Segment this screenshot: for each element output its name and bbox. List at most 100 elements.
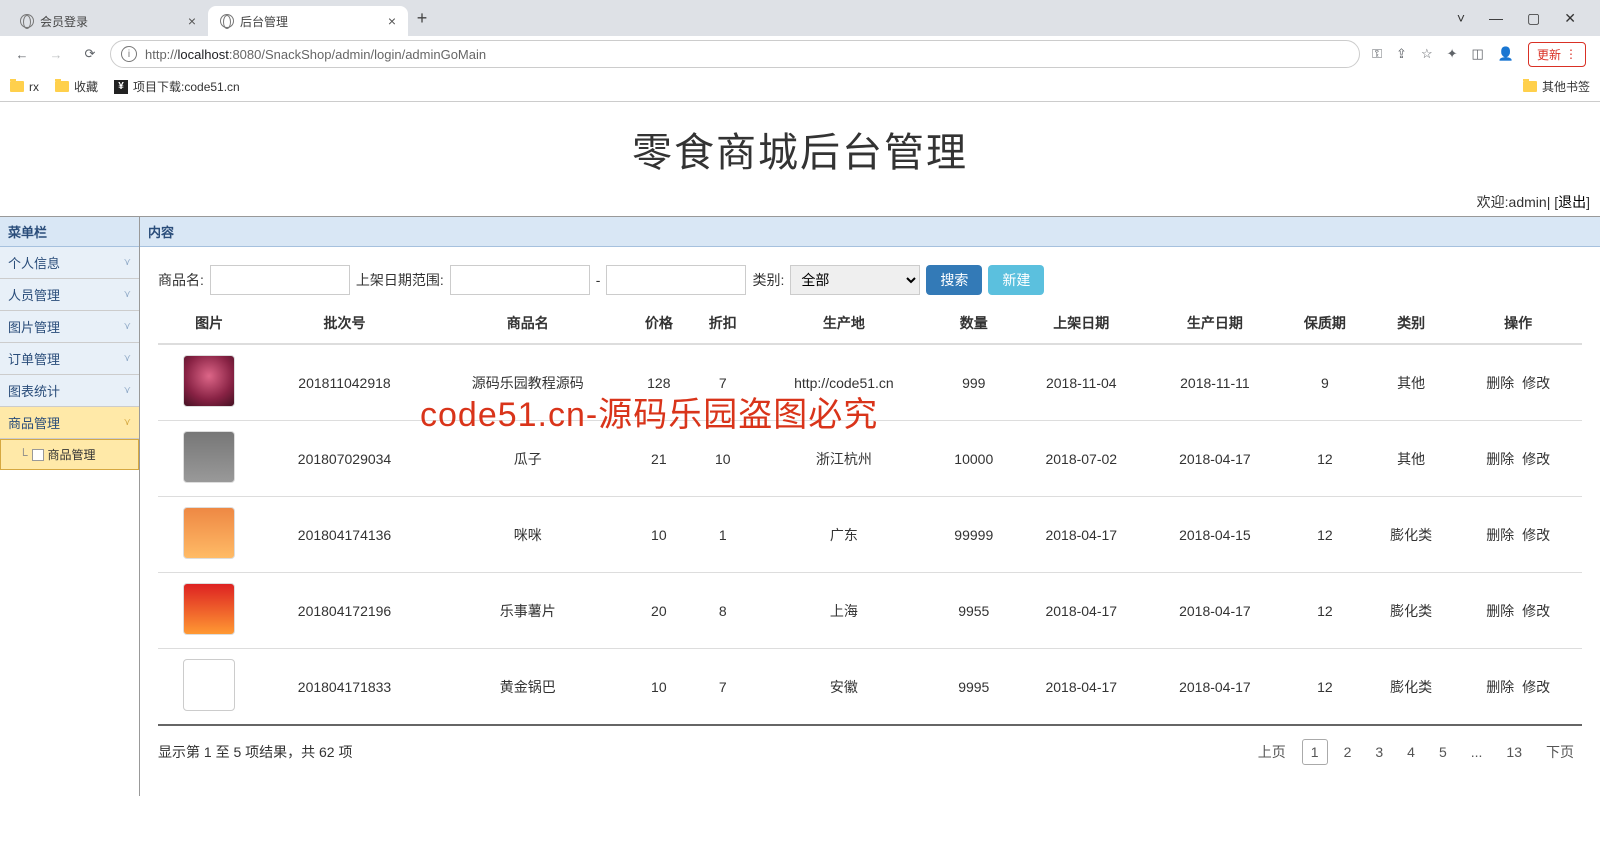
maximize-button[interactable]: ▢ — [1527, 10, 1540, 27]
delete-link[interactable]: 删除 — [1486, 375, 1514, 391]
close-icon[interactable]: × — [388, 13, 396, 29]
pager-button[interactable]: ... — [1463, 740, 1491, 764]
page-header: 零食商城后台管理 — [0, 102, 1600, 188]
date-to-input[interactable] — [606, 265, 746, 295]
close-button[interactable]: ✕ — [1564, 10, 1576, 27]
cell-origin: 安徽 — [755, 649, 933, 726]
edit-link[interactable]: 修改 — [1522, 679, 1550, 695]
cell-shelf: 12 — [1282, 421, 1368, 497]
date-from-input[interactable] — [450, 265, 590, 295]
cell-category: 其他 — [1368, 421, 1454, 497]
chevron-down-icon: ⋎ — [124, 257, 131, 268]
delete-link[interactable]: 删除 — [1486, 527, 1514, 543]
share-icon[interactable]: ⇪ — [1396, 46, 1407, 62]
cell-qty: 99999 — [933, 497, 1014, 573]
pager-button[interactable]: 13 — [1498, 740, 1530, 764]
sidebar-item[interactable]: 图表统计⋎ — [0, 375, 139, 407]
sidebar-item[interactable]: 商品管理⋎ — [0, 407, 139, 439]
pager-button[interactable]: 4 — [1399, 740, 1423, 764]
cell-discount: 7 — [691, 344, 755, 421]
bookmark-favorites[interactable]: 收藏 — [55, 78, 98, 95]
new-tab-button[interactable]: + — [408, 8, 436, 29]
logout-link[interactable]: 退出 — [1558, 194, 1586, 210]
tab-admin[interactable]: 后台管理 × — [208, 6, 408, 36]
pager-button[interactable]: 3 — [1367, 740, 1391, 764]
sidebar-item[interactable]: 人员管理⋎ — [0, 279, 139, 311]
table-row: 201811042918源码乐园教程源码1287http://code51.cn… — [158, 344, 1582, 421]
cell-discount: 8 — [691, 573, 755, 649]
minimize-button[interactable]: — — [1489, 10, 1503, 27]
pager-button[interactable]: 2 — [1336, 740, 1360, 764]
cell-prod-date: 2018-04-15 — [1148, 497, 1282, 573]
site-info-icon[interactable]: i — [121, 46, 137, 62]
pager-button[interactable]: 5 — [1431, 740, 1455, 764]
window-controls: ˅ — ▢ ✕ — [1441, 10, 1592, 27]
globe-icon — [220, 14, 234, 28]
browser-chrome: 会员登录 × 后台管理 × + ˅ — ▢ ✕ ← → ⟳ i http://l… — [0, 0, 1600, 102]
side-panel-icon[interactable]: ◫ — [1472, 46, 1484, 62]
category-label: 类别: — [752, 270, 784, 290]
cell-shelf: 12 — [1282, 573, 1368, 649]
product-thumb — [183, 431, 235, 483]
cell-prod-date: 2018-11-11 — [1148, 344, 1282, 421]
name-input[interactable] — [210, 265, 350, 295]
update-button[interactable]: 更新 ⋮ — [1528, 42, 1586, 67]
edit-link[interactable]: 修改 — [1522, 603, 1550, 619]
column-header: 保质期 — [1282, 303, 1368, 344]
sidebar-item[interactable]: 订单管理⋎ — [0, 343, 139, 375]
cell-name: 咪咪 — [429, 497, 627, 573]
pager-button[interactable]: 上页 — [1250, 738, 1294, 766]
cell-batch: 201804171833 — [260, 649, 428, 726]
bookmark-code51[interactable]: ¥项目下载:code51.cn — [114, 78, 240, 95]
url-field[interactable]: i http://localhost:8080/SnackShop/admin/… — [110, 40, 1360, 68]
cell-category: 膨化类 — [1368, 573, 1454, 649]
sidebar-item[interactable]: 个人信息⋎ — [0, 247, 139, 279]
cell-name: 乐事薯片 — [429, 573, 627, 649]
delete-link[interactable]: 删除 — [1486, 603, 1514, 619]
cell-origin: http://code51.cn — [755, 344, 933, 421]
delete-link[interactable]: 删除 — [1486, 679, 1514, 695]
forward-button[interactable]: → — [42, 40, 70, 68]
sidebar-title: 菜单栏 — [0, 217, 139, 247]
date-range-label: 上架日期范围: — [356, 270, 444, 290]
y-icon: ¥ — [114, 80, 128, 94]
cell-ops: 删除 修改 — [1454, 421, 1582, 497]
sidebar-item[interactable]: 图片管理⋎ — [0, 311, 139, 343]
cell-ops: 删除 修改 — [1454, 344, 1582, 421]
cell-prod-date: 2018-04-17 — [1148, 573, 1282, 649]
product-thumb — [183, 355, 235, 407]
search-button[interactable]: 搜索 — [926, 265, 982, 295]
create-button[interactable]: 新建 — [988, 265, 1044, 295]
cell-origin: 广东 — [755, 497, 933, 573]
tab-title: 会员登录 — [40, 13, 88, 30]
tab-member-login[interactable]: 会员登录 × — [8, 6, 208, 36]
sidebar-subitem[interactable]: └商品管理 — [0, 439, 139, 470]
cell-ops: 删除 修改 — [1454, 649, 1582, 726]
extension-icon[interactable]: ✦ — [1447, 46, 1458, 62]
cell-ops: 删除 修改 — [1454, 573, 1582, 649]
pager-button[interactable]: 下页 — [1538, 738, 1582, 766]
key-icon[interactable]: ⚿ — [1372, 46, 1382, 62]
reload-button[interactable]: ⟳ — [76, 40, 104, 68]
cell-list-date: 2018-11-04 — [1014, 344, 1148, 421]
name-label: 商品名: — [158, 270, 204, 290]
category-select[interactable]: 全部 — [790, 265, 920, 295]
chevron-down-icon[interactable]: ˅ — [1457, 10, 1465, 27]
edit-link[interactable]: 修改 — [1522, 451, 1550, 467]
profile-icon[interactable]: 👤 — [1498, 46, 1514, 62]
back-button[interactable]: ← — [8, 40, 36, 68]
bookmark-rx[interactable]: rx — [10, 80, 39, 94]
folder-icon — [1523, 81, 1537, 92]
star-icon[interactable]: ☆ — [1421, 46, 1433, 62]
delete-link[interactable]: 删除 — [1486, 451, 1514, 467]
other-bookmarks[interactable]: 其他书签 — [1523, 78, 1590, 95]
edit-link[interactable]: 修改 — [1522, 375, 1550, 391]
cell-discount: 1 — [691, 497, 755, 573]
column-header: 图片 — [158, 303, 260, 344]
column-header: 生产日期 — [1148, 303, 1282, 344]
edit-link[interactable]: 修改 — [1522, 527, 1550, 543]
pager-button[interactable]: 1 — [1302, 739, 1328, 765]
cell-shelf: 12 — [1282, 649, 1368, 726]
column-header: 折扣 — [691, 303, 755, 344]
close-icon[interactable]: × — [188, 13, 196, 29]
